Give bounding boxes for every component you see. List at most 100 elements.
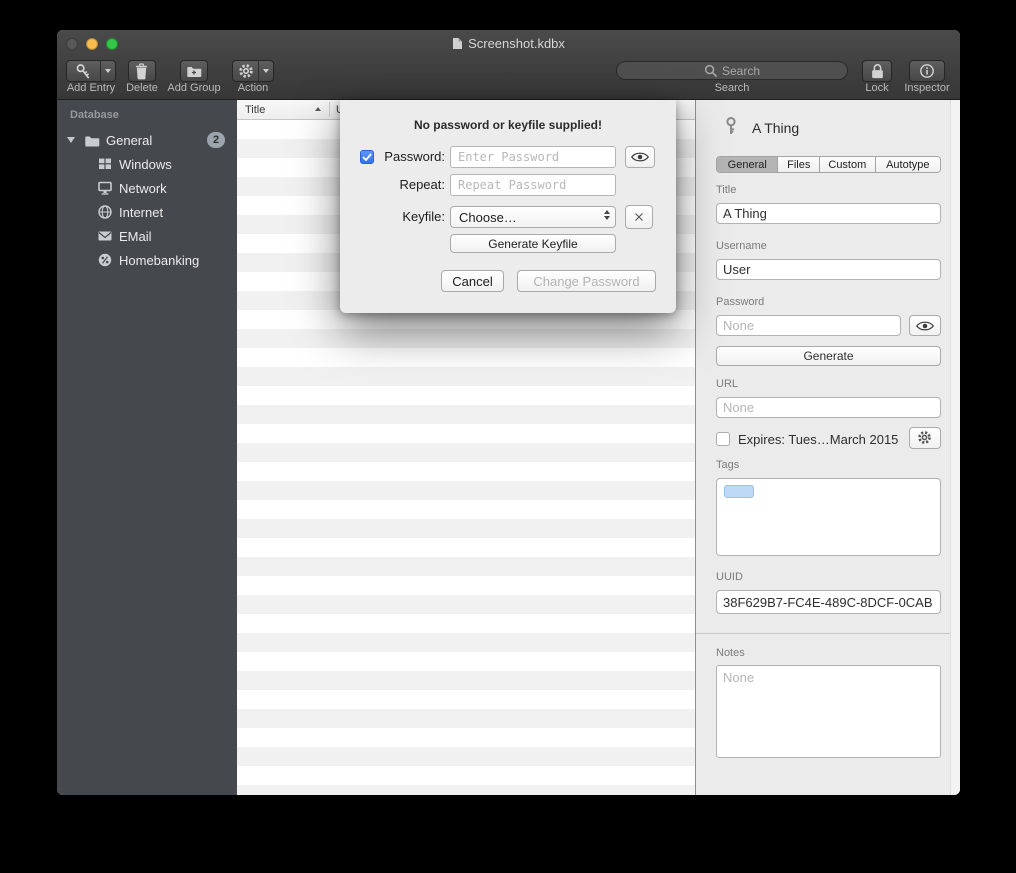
password-field[interactable] — [716, 315, 901, 336]
email-icon — [97, 228, 113, 244]
cancel-button[interactable]: Cancel — [441, 270, 504, 292]
homebanking-icon — [97, 252, 113, 268]
title-field-label: Title — [716, 184, 736, 196]
add-entry-button[interactable] — [66, 60, 116, 82]
column-divider[interactable] — [329, 102, 330, 117]
expires-settings-button[interactable] — [909, 427, 941, 449]
repeat-password-input[interactable] — [450, 174, 616, 196]
password-label: Password: — [378, 146, 445, 168]
repeat-label: Repeat: — [378, 174, 445, 196]
tags-field[interactable] — [716, 478, 941, 556]
windows-icon — [97, 156, 113, 172]
traffic-lights — [66, 38, 118, 50]
add-group-button[interactable] — [180, 60, 208, 82]
window-title: Screenshot.kdbx — [468, 36, 565, 51]
change-password-dialog: No password or keyfile supplied! Passwor… — [340, 100, 676, 313]
sidebar-item-internet[interactable]: Internet — [57, 200, 237, 224]
reveal-password-button[interactable] — [625, 146, 655, 168]
network-icon — [97, 180, 113, 196]
screen: Screenshot.kdbx Add Entry Delete — [0, 0, 1016, 873]
sidebar-item-email[interactable]: EMail — [57, 224, 237, 248]
inspector-tabs: General Files Custom Autotype — [716, 156, 941, 173]
document-icon — [452, 37, 463, 50]
inspector-scrollbar[interactable] — [950, 100, 960, 795]
disclosure-icon[interactable] — [67, 137, 75, 143]
app-window: Screenshot.kdbx Add Entry Delete — [57, 30, 960, 795]
url-field-label: URL — [716, 378, 738, 390]
password-checkbox[interactable] — [360, 150, 374, 164]
tab-files[interactable]: Files — [778, 157, 820, 172]
sidebar-section-header: Database — [70, 109, 119, 121]
password-field-label: Password — [716, 296, 764, 308]
key-icon — [67, 61, 100, 81]
uuid-field[interactable] — [716, 590, 941, 614]
reveal-password-button[interactable] — [909, 315, 941, 336]
clear-icon — [632, 210, 646, 224]
tab-custom[interactable]: Custom — [820, 157, 876, 172]
notes-section-divider — [696, 633, 960, 634]
sidebar-item-label: Internet — [119, 205, 163, 220]
lock-label: Lock — [852, 82, 902, 94]
close-button[interactable] — [66, 38, 78, 50]
tab-general[interactable]: General — [717, 157, 778, 172]
window-header: Screenshot.kdbx Add Entry Delete — [57, 30, 960, 100]
sidebar-item-windows[interactable]: Windows — [57, 152, 237, 176]
folder-icon — [84, 132, 100, 148]
search-input[interactable]: Search — [616, 61, 848, 80]
username-field[interactable] — [716, 259, 941, 280]
sidebar-item-label: General — [106, 133, 152, 148]
password-input[interactable] — [450, 146, 616, 168]
search-icon — [704, 64, 718, 78]
tag-chip[interactable] — [724, 485, 754, 498]
add-group-label: Add Group — [162, 82, 226, 94]
dialog-message: No password or keyfile supplied! — [340, 118, 676, 132]
keyfile-popup[interactable]: Choose… — [450, 206, 616, 228]
notes-field-label: Notes — [716, 647, 745, 659]
key-icon — [721, 116, 741, 136]
expires-label: Expires: Tues…March 2015 — [738, 432, 898, 447]
eye-icon — [631, 151, 649, 163]
keyfile-label: Keyfile: — [378, 206, 445, 228]
chevron-down-icon — [101, 61, 115, 81]
inspector-button[interactable] — [909, 60, 945, 82]
change-password-button[interactable]: Change Password — [517, 270, 656, 292]
action-label: Action — [232, 82, 274, 94]
gear-icon — [917, 430, 933, 446]
window-title-area: Screenshot.kdbx — [177, 35, 840, 51]
tags-field-label: Tags — [716, 459, 739, 471]
sidebar: Database General 2 Windows Network — [57, 100, 237, 795]
username-field-label: Username — [716, 240, 767, 252]
entry-count-badge: 2 — [207, 132, 225, 148]
gear-icon — [233, 61, 258, 81]
expires-checkbox[interactable] — [716, 432, 730, 446]
folder-add-icon — [186, 63, 202, 79]
column-header-title[interactable]: Title — [245, 104, 265, 116]
action-button[interactable] — [232, 60, 274, 82]
sidebar-item-network[interactable]: Network — [57, 176, 237, 200]
zoom-button[interactable] — [106, 38, 118, 50]
notes-field[interactable] — [716, 665, 941, 758]
title-field[interactable] — [716, 203, 941, 224]
sidebar-item-label: Homebanking — [119, 253, 199, 268]
delete-button[interactable] — [128, 60, 156, 82]
tab-autotype[interactable]: Autotype — [876, 157, 940, 172]
sidebar-item-homebanking[interactable]: Homebanking — [57, 248, 237, 272]
search-label: Search — [672, 82, 792, 94]
chevron-down-icon — [259, 61, 273, 81]
lock-button[interactable] — [862, 60, 892, 82]
internet-icon — [97, 204, 113, 220]
sidebar-item-label: EMail — [119, 229, 152, 244]
search-placeholder: Search — [722, 64, 760, 78]
popup-stepper-icon — [604, 210, 610, 220]
url-field[interactable] — [716, 397, 941, 418]
inspector-icon — [919, 63, 935, 79]
sidebar-item-label: Network — [119, 181, 167, 196]
entry-title: A Thing — [752, 120, 799, 136]
generate-password-button[interactable]: Generate — [716, 346, 941, 366]
clear-keyfile-button[interactable] — [625, 205, 653, 229]
sidebar-item-general[interactable]: General 2 — [57, 128, 237, 152]
minimize-button[interactable] — [86, 38, 98, 50]
generate-keyfile-button[interactable]: Generate Keyfile — [450, 234, 616, 253]
eye-icon — [916, 320, 934, 332]
uuid-field-label: UUID — [716, 571, 743, 583]
